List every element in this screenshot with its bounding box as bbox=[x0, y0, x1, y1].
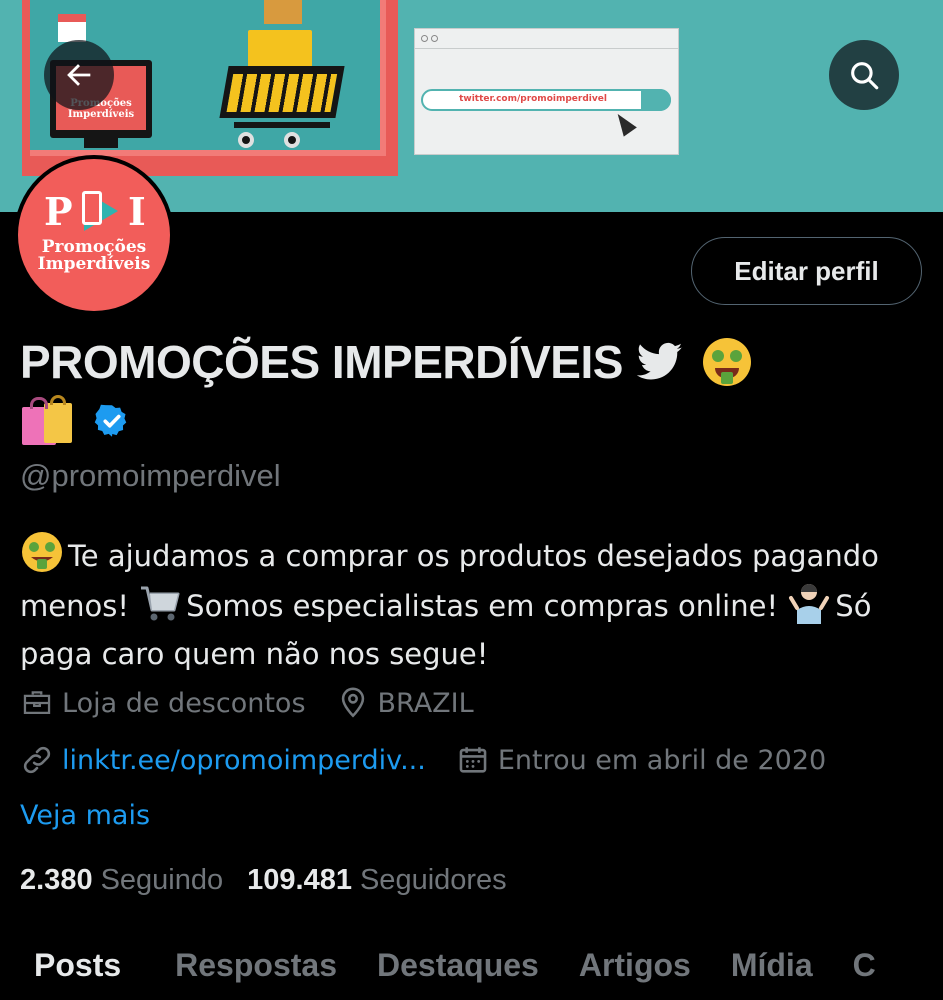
cart-base bbox=[234, 122, 330, 128]
browser-illustration: twitter.com/promoimperdivel bbox=[414, 28, 679, 155]
following-stat[interactable]: 2.380 Seguindo bbox=[20, 864, 223, 897]
browser-titlebar bbox=[415, 29, 678, 49]
shopping-cart-icon bbox=[138, 580, 182, 621]
following-label: Seguindo bbox=[100, 864, 224, 896]
tab-highlights[interactable]: Destaques bbox=[357, 947, 559, 984]
phone-icon bbox=[82, 191, 102, 225]
website-link[interactable]: linktr.ee/opromoimperdiv... bbox=[62, 745, 426, 776]
avatar-letter-p: P bbox=[44, 189, 73, 234]
profile-avatar[interactable]: P I Promoções Imperdíveis bbox=[14, 155, 174, 315]
avatar-text: Promoções Imperdíveis bbox=[37, 237, 151, 274]
location-label: BRAZIL bbox=[377, 687, 474, 719]
profile-tabs: Posts Respostas Destaques Artigos Mídia … bbox=[0, 930, 943, 1000]
see-more-link[interactable]: Veja mais bbox=[20, 800, 150, 831]
shopping-bag-icon bbox=[248, 30, 312, 70]
profile-location: BRAZIL bbox=[336, 686, 474, 720]
browser-url-bar: twitter.com/promoimperdivel bbox=[421, 89, 671, 111]
cart-wheel bbox=[284, 132, 300, 148]
shopping-bags-icon bbox=[20, 395, 76, 447]
category-label: Loja de descontos bbox=[62, 687, 306, 719]
tab-articles[interactable]: Artigos bbox=[559, 947, 711, 984]
follow-stats: 2.380 Seguindo 109.481 Seguidores bbox=[20, 864, 507, 897]
bio-text-2: Somos especialistas em compras online! bbox=[186, 589, 779, 623]
verified-badge-icon[interactable] bbox=[94, 403, 130, 439]
display-name-row-2 bbox=[20, 394, 130, 448]
profile-meta-row-2: linktr.ee/opromoimperdiv... Entrou em ab… bbox=[20, 743, 856, 777]
profile-joined: Entrou em abril de 2020 bbox=[456, 743, 826, 777]
person-shrugging-icon bbox=[787, 580, 831, 624]
money-mouth-face-icon bbox=[20, 530, 64, 572]
tab-media[interactable]: Mídia bbox=[711, 947, 833, 984]
display-name-row: PROMOÇÕES IMPERDÍVEIS bbox=[20, 332, 751, 392]
monitor-stand bbox=[84, 138, 118, 148]
profile-category: Loja de descontos bbox=[20, 686, 306, 720]
twitter-bird-icon bbox=[636, 342, 683, 380]
browser-url-text: twitter.com/promoimperdivel bbox=[459, 94, 607, 104]
arrow-left-icon bbox=[67, 64, 91, 86]
location-pin-icon bbox=[341, 687, 364, 718]
link-icon bbox=[23, 746, 51, 774]
tab-more[interactable]: C bbox=[833, 947, 896, 984]
package-icon bbox=[264, 0, 302, 24]
briefcase-icon bbox=[23, 691, 51, 715]
profile-handle: @promoimperdivel bbox=[20, 458, 281, 493]
joined-label: Entrou em abril de 2020 bbox=[497, 744, 827, 776]
tab-posts[interactable]: Posts bbox=[0, 947, 155, 984]
profile-bio: Te ajudamos a comprar os produtos deseja… bbox=[20, 530, 930, 678]
edit-profile-button[interactable]: Editar perfil bbox=[691, 237, 922, 305]
profile-meta-row-1: Loja de descontos BRAZIL bbox=[20, 686, 504, 720]
shopping-cart-icon bbox=[219, 66, 345, 118]
store-icon bbox=[58, 14, 86, 42]
back-button[interactable] bbox=[44, 40, 114, 110]
search-button[interactable] bbox=[829, 40, 899, 110]
cart-wheel bbox=[238, 132, 254, 148]
calendar-icon bbox=[459, 747, 487, 773]
followers-count: 109.481 bbox=[247, 864, 352, 896]
search-icon bbox=[851, 62, 879, 90]
following-count: 2.380 bbox=[20, 864, 93, 896]
followers-label: Seguidores bbox=[359, 864, 507, 896]
display-name: PROMOÇÕES IMPERDÍVEIS bbox=[20, 336, 623, 388]
tab-replies[interactable]: Respostas bbox=[155, 947, 357, 984]
money-mouth-face-icon bbox=[702, 338, 751, 386]
followers-stat[interactable]: 109.481 Seguidores bbox=[247, 864, 507, 897]
profile-website[interactable]: linktr.ee/opromoimperdiv... bbox=[20, 743, 426, 777]
avatar-letter-i: I bbox=[128, 189, 146, 234]
